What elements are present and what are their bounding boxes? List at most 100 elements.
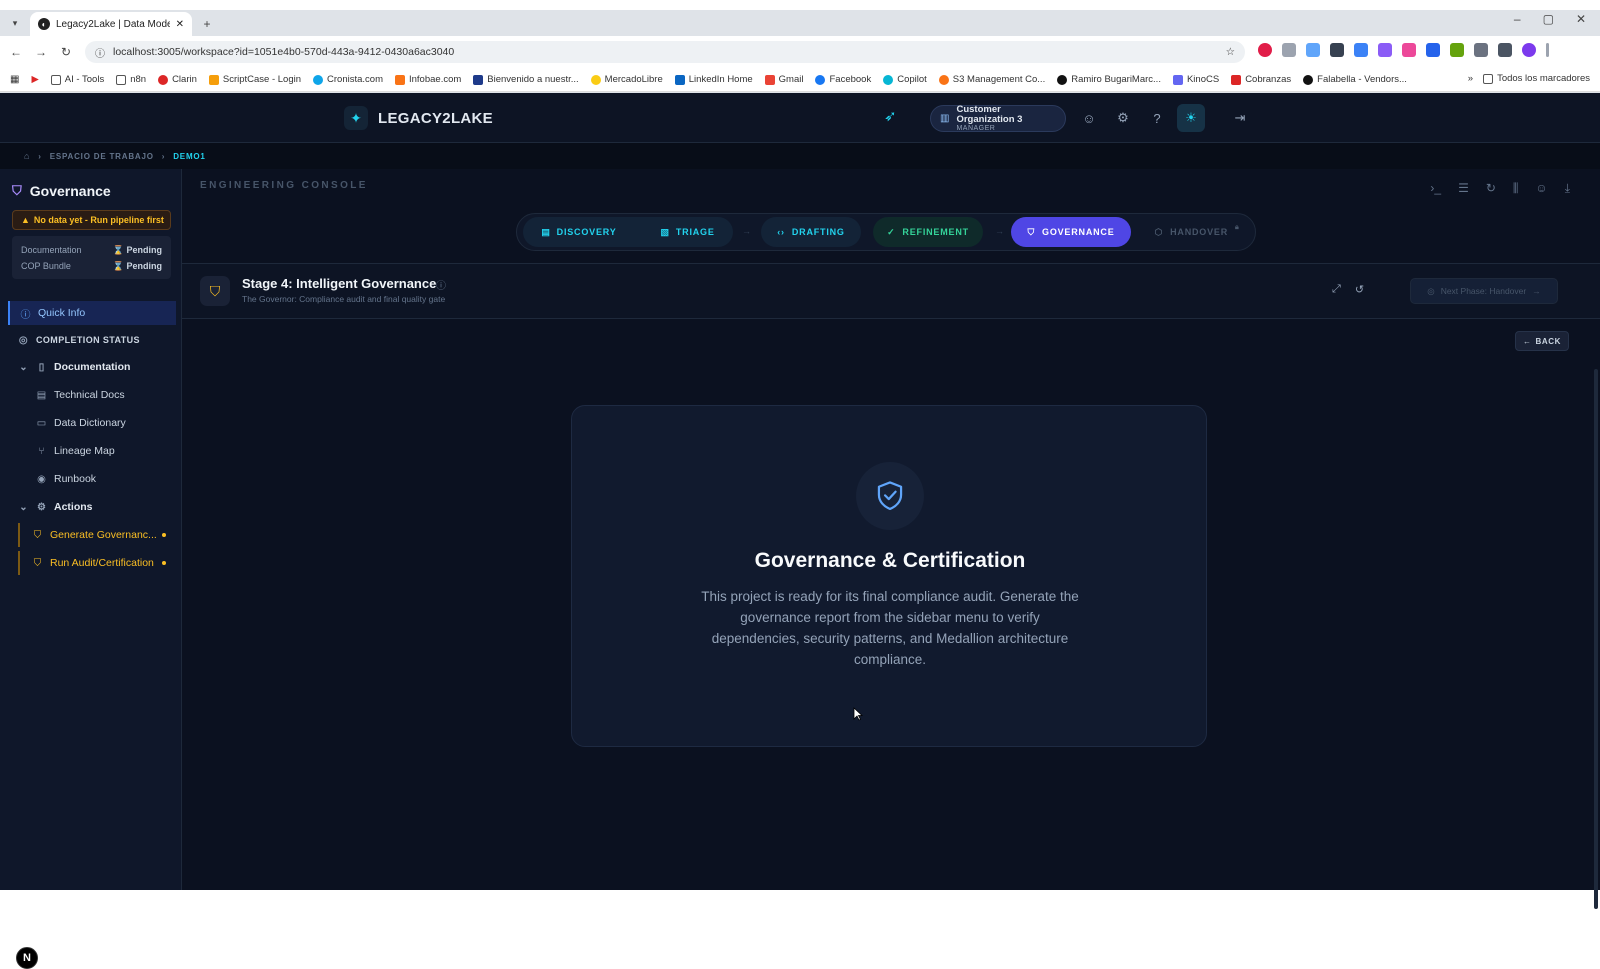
extension-icon[interactable] [1306,43,1320,57]
address-bar[interactable]: ⓘ localhost:3005/workspace?id=1051e4b0-5… [85,41,1245,63]
browser-tab[interactable]: ◐ Legacy2Lake | Data Moderniz ✕ [30,12,192,36]
users-icon[interactable]: ☺ [1535,181,1547,196]
stage-header: ⛉ Stage 4: Intelligent Governance ⓘ The … [182,263,1600,319]
logout-icon[interactable]: ⇥ [1231,109,1249,127]
bookmark[interactable]: Falabella - Vendors... [1303,74,1407,85]
expand-icon[interactable]: ⤢ [1332,283,1341,296]
tab-search-icon[interactable]: ▾ [6,14,24,32]
bookmark[interactable]: Infobae.com [395,74,461,85]
check-circle-icon: ✓ [887,226,896,237]
sidebar-group-documentation[interactable]: ⌄ ▯ Documentation [8,355,176,379]
warning-icon: ▲ [21,215,30,225]
extension-icon[interactable] [1378,43,1392,57]
bookmark[interactable]: ScriptCase - Login [208,74,301,85]
bookmark[interactable]: Gmail [764,74,803,85]
home-icon[interactable]: ⌂ [24,151,30,161]
sidebar-action-run-audit[interactable]: ⛉ Run Audit/Certification [18,551,176,575]
library-icon[interactable]: ⫼ [1513,181,1519,196]
download-icon[interactable] [1498,43,1512,57]
sliders-icon[interactable]: ☰ [1458,181,1469,196]
help-icon[interactable]: ? [1148,109,1166,127]
rocket-logo-icon: ✦ [344,106,368,130]
bookmark[interactable]: Copilot [883,74,927,85]
reset-icon[interactable]: ↺ [1355,283,1364,296]
extension-icon[interactable] [1402,43,1416,57]
close-window-icon[interactable]: ✕ [1576,12,1586,26]
all-bookmarks-folder[interactable]: Todos los marcadores [1483,73,1590,84]
gear-icon[interactable]: ⚙ [1114,109,1132,127]
step-drafting[interactable]: ‹› DRAFTING [761,217,861,247]
app-logo[interactable]: ✦ LEGACY2LAKE [344,106,493,130]
step-triage[interactable]: ▧ TRIAGE [661,227,715,238]
new-tab-icon[interactable]: + [196,14,218,34]
next-phase-button[interactable]: ◎ Next Phase: Handover → [1410,278,1558,304]
lock-icon: 🔒︎ [1235,224,1240,231]
youtube-icon[interactable]: ▶ [31,74,38,85]
pen-icon[interactable] [1330,43,1344,57]
step-discovery[interactable]: ▤ DISCOVERY [541,227,616,238]
extension-icon[interactable] [1354,43,1368,57]
bookmark[interactable]: Cobranzas [1231,74,1291,85]
bookmark[interactable]: Clarin [158,74,197,85]
card-description: This project is ready for its final comp… [701,589,1079,667]
theme-sun-icon[interactable]: ☀ [1177,104,1205,132]
extension-icon[interactable] [1426,43,1440,57]
bookmark[interactable]: Facebook [815,74,871,85]
back-button[interactable]: ← BACK [1515,331,1569,351]
reload-icon[interactable]: ↻ [56,42,76,62]
step-handover[interactable]: ⬡ HANDOVER 🔒︎ [1147,217,1247,247]
bookmark-star-icon[interactable]: ☆ [1226,46,1235,58]
maximize-icon[interactable]: ▢ [1543,12,1554,26]
organization-switcher[interactable]: ▥ Customer Organization 3 MANAGER [930,105,1066,132]
sidebar-item-quick-info[interactable]: ⓘ Quick Info [8,301,176,325]
breadcrumb-workspace[interactable]: ESPACIO DE TRABAJO [50,152,154,161]
bookmark[interactable]: KinoCS [1172,74,1219,85]
sidebar-item-lineage-map[interactable]: ⑂ Lineage Map [8,439,176,463]
status-row: Documentation ⌛ Pending [21,244,162,256]
puzzle-icon[interactable] [1474,43,1488,57]
sidebar-group-actions[interactable]: ⌄ ⚙ Actions [8,495,176,519]
sidebar-item-completion-status[interactable]: ◎ COMPLETION STATUS [8,328,176,352]
book-icon: ▯ [38,361,45,373]
minimize-icon[interactable]: – [1514,12,1521,26]
apps-icon[interactable]: ▦ [10,74,19,85]
browser-window: ▾ ◐ Legacy2Lake | Data Moderniz ✕ + – ▢ … [0,10,1600,969]
profile-avatar[interactable] [1522,43,1536,57]
bookmark[interactable]: n8n [116,74,146,85]
close-tab-icon[interactable]: ✕ [176,19,184,30]
rocket-icon[interactable]: ➶ [884,107,897,125]
info-icon[interactable]: ⓘ [436,277,446,292]
site-info-icon[interactable]: ⓘ [95,45,105,60]
next-devtools-badge[interactable]: N [16,947,38,969]
tab-discovery-triage: ▤ DISCOVERY ▧ TRIAGE [523,217,733,247]
info-icon: ⓘ [20,309,31,321]
gear-icon: ⚙ [37,501,46,513]
extension-icon[interactable] [1282,43,1296,57]
sidebar-item-data-dictionary[interactable]: ▭ Data Dictionary [8,411,176,435]
opera-icon[interactable] [1258,43,1272,57]
terminal-icon[interactable]: ›_ [1430,181,1441,196]
step-governance[interactable]: ⛉ GOVERNANCE [1011,217,1131,247]
bookmark[interactable]: LinkedIn Home [674,74,753,85]
refresh-icon[interactable]: ↻ [1486,181,1496,196]
bookmark[interactable]: AI - Tools [50,74,104,85]
extension-icon[interactable] [1450,43,1464,57]
sidebar-action-generate-governance[interactable]: ⛉ Generate Governanc... [18,523,176,547]
user-icon[interactable]: ☺ [1080,109,1098,127]
step-refinement[interactable]: ✓ REFINEMENT [873,217,983,247]
chevron-right-icon[interactable]: » [1468,73,1473,84]
bookmark[interactable]: S3 Management Co... [938,74,1045,85]
menu-icon[interactable] [1546,43,1549,57]
download-icon[interactable]: ⤓ [1565,181,1570,196]
sidebar-item-runbook[interactable]: ◉ Runbook [8,467,176,491]
org-name: Customer Organization 3 [956,104,1023,125]
scrollbar[interactable] [1594,369,1598,909]
bookmark[interactable]: Cronista.com [313,74,383,85]
bookmark[interactable]: MercadoLibre [590,74,663,85]
back-arrow-icon[interactable]: ← [6,42,26,62]
sidebar-item-technical-docs[interactable]: ▤ Technical Docs [8,383,176,407]
forward-arrow-icon[interactable]: → [31,42,51,62]
tab-strip: ▾ ◐ Legacy2Lake | Data Moderniz ✕ + – ▢ … [0,10,1600,36]
bookmark[interactable]: Bienvenido a nuestr... [473,74,579,85]
bookmark[interactable]: Ramiro BugariMarc... [1057,74,1161,85]
